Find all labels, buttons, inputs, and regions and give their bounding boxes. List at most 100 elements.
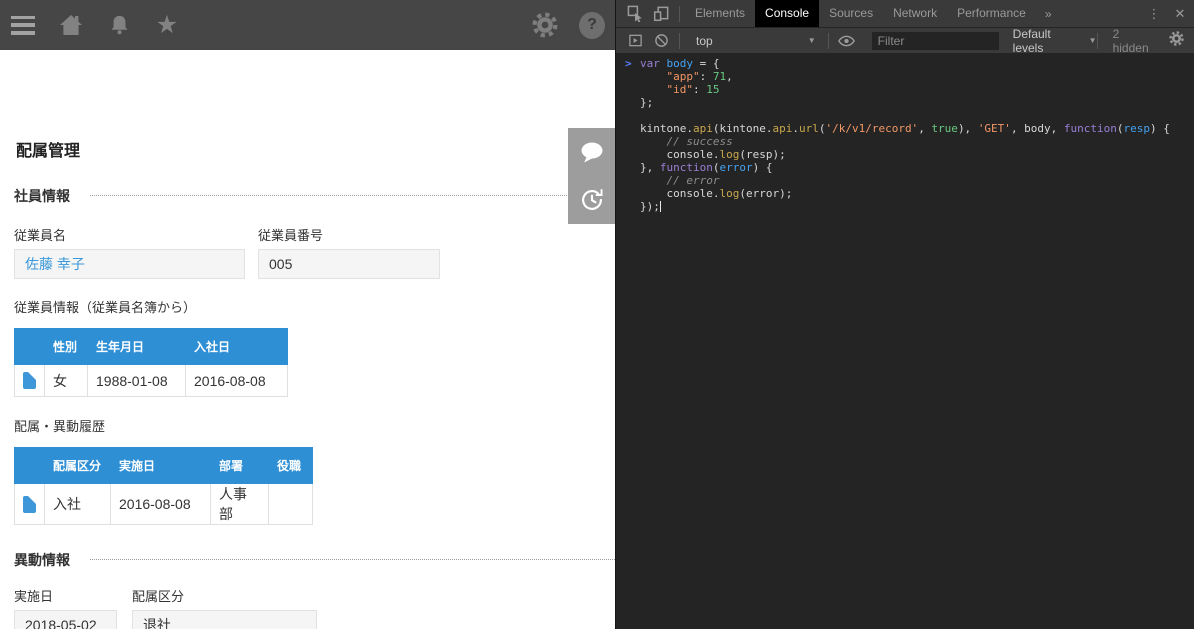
table-row: 入社 2016-08-08 人事部 [15, 484, 313, 525]
employee-number-value-box: 005 [258, 249, 440, 279]
log-level-selector[interactable]: Default levels ▼ [1013, 27, 1097, 55]
table-header-row: 性別 生年月日 入社日 [15, 329, 288, 365]
section-divider [90, 559, 615, 560]
transfer-category-field: 配属区分 退社 [132, 589, 317, 629]
table-cell [269, 484, 313, 525]
column-header: 入社日 [186, 329, 288, 365]
help-button[interactable]: ? [579, 12, 605, 38]
employee-number-field: 従業員番号 005 [258, 228, 440, 279]
device-toolbar-button[interactable] [648, 1, 674, 27]
column-header: 性別 [45, 329, 88, 365]
log-level-label: Default levels [1013, 27, 1082, 55]
overflow-menu-icon[interactable]: ⋮ [1142, 6, 1166, 22]
execution-context-selector[interactable]: top ▼ [689, 34, 823, 48]
console-settings-button[interactable] [1169, 31, 1184, 51]
favorites-button[interactable]: ★ [154, 12, 180, 38]
live-expression-button[interactable] [834, 28, 860, 54]
employee-number-value: 005 [269, 256, 292, 272]
column-header: 役職 [269, 448, 313, 484]
field-label: 従業員番号 [258, 228, 440, 244]
console-filter-input[interactable] [872, 32, 999, 50]
console-code-line: }); [616, 200, 1194, 213]
page-title: 配属管理 [16, 142, 615, 161]
column-header: 生年月日 [88, 329, 186, 365]
devtools-pane: Elements Console Sources Network Perform… [615, 0, 1194, 629]
history-button[interactable] [568, 176, 615, 224]
column-header: 部署 [211, 448, 269, 484]
transfer-fields-row: 実施日 2018-05-02 配属区分 退社 [14, 589, 615, 629]
section-employee-info: 社員情報 [14, 187, 615, 204]
table-cell: 1988-01-08 [88, 365, 186, 397]
transfer-date-field: 実施日 2018-05-02 [14, 589, 117, 629]
table-header-icon-cell [15, 448, 45, 484]
comment-button[interactable] [568, 128, 615, 176]
document-icon[interactable] [23, 372, 36, 389]
console-code-line: console.log(error); [616, 187, 1194, 200]
close-icon[interactable]: ✕ [1166, 6, 1194, 22]
chevron-down-icon: ▼ [1089, 36, 1097, 45]
section-heading: 異動情報 [14, 550, 70, 570]
notifications-button[interactable] [106, 12, 132, 38]
document-icon[interactable] [23, 496, 36, 513]
console-code-line: // error [616, 174, 1194, 187]
row-icon-cell [15, 365, 45, 397]
employee-name-link[interactable]: 佐藤 幸子 [25, 254, 85, 274]
tab-sources[interactable]: Sources [819, 0, 883, 27]
transfer-date-value: 2018-05-02 [25, 617, 97, 629]
screen: ★ ? 配属管理 社員情報 [0, 0, 1194, 629]
app-header-left-icons: ★ [10, 12, 180, 38]
divider [828, 33, 829, 49]
bell-icon [108, 13, 131, 37]
gear-icon [1169, 31, 1184, 46]
row-icon-cell [15, 484, 45, 525]
divider [1097, 33, 1098, 49]
kintone-pane: ★ ? 配属管理 社員情報 [0, 0, 615, 629]
table-cell: 2016-08-08 [111, 484, 211, 525]
console-code-line: }; [616, 96, 1194, 109]
table-header-row: 配属区分 実施日 部署 役職 [15, 448, 313, 484]
tab-elements[interactable]: Elements [685, 0, 755, 27]
table-cell: 女 [45, 365, 88, 397]
inspect-element-button[interactable] [622, 1, 648, 27]
hamburger-menu-button[interactable] [10, 12, 36, 38]
context-label: top [696, 34, 713, 48]
field-label: 従業員名 [14, 228, 245, 244]
help-icon: ? [579, 12, 605, 39]
devtools-window-controls: ⋮ ✕ [1142, 6, 1194, 22]
field-label: 実施日 [14, 589, 117, 605]
employee-info-table-label: 従業員情報（従業員名簿から） [14, 300, 615, 316]
console-code-line: // success [616, 135, 1194, 148]
app-header-right-icons: ? [532, 12, 605, 38]
console-toolbar: top ▼ Default levels ▼ 2 hidden [616, 28, 1194, 54]
tab-performance[interactable]: Performance [947, 0, 1036, 27]
clear-console-button[interactable] [648, 28, 674, 54]
settings-button[interactable] [532, 12, 558, 38]
column-header: 配属区分 [45, 448, 111, 484]
console-input-area[interactable]: >var body = { "app": 71, "id": 15};kinto… [616, 54, 1194, 629]
inspect-cursor-icon [627, 5, 644, 22]
history-table: 配属区分 実施日 部署 役職 入社 2016-08-08 人事部 [14, 447, 313, 525]
table-header-icon-cell [15, 329, 45, 365]
table-cell: 2016-08-08 [186, 365, 288, 397]
transfer-category-value: 退社 [143, 615, 171, 629]
home-button[interactable] [58, 12, 84, 38]
app-header: ★ ? [0, 0, 615, 50]
table-cell: 人事部 [211, 484, 269, 525]
console-code-line [616, 109, 1194, 122]
devtools-tab-bar: Elements Console Sources Network Perform… [616, 0, 1194, 28]
employee-fields-row: 従業員名 佐藤 幸子 従業員番号 005 [14, 228, 615, 279]
section-divider [90, 195, 615, 196]
employee-name-value-box: 佐藤 幸子 [14, 249, 245, 279]
device-toolbar-icon [653, 5, 670, 22]
field-label: 配属区分 [132, 589, 317, 605]
tab-network[interactable]: Network [883, 0, 947, 27]
console-sidebar-toggle-button[interactable] [622, 28, 648, 54]
tab-console[interactable]: Console [755, 0, 819, 27]
gear-icon [532, 12, 558, 38]
more-tabs-icon[interactable]: » [1036, 7, 1061, 21]
text-caret [660, 201, 661, 212]
table-row: 女 1988-01-08 2016-08-08 [15, 365, 288, 397]
console-code-line: console.log(resp); [616, 148, 1194, 161]
employee-name-field: 従業員名 佐藤 幸子 [14, 228, 245, 279]
column-header: 実施日 [111, 448, 211, 484]
